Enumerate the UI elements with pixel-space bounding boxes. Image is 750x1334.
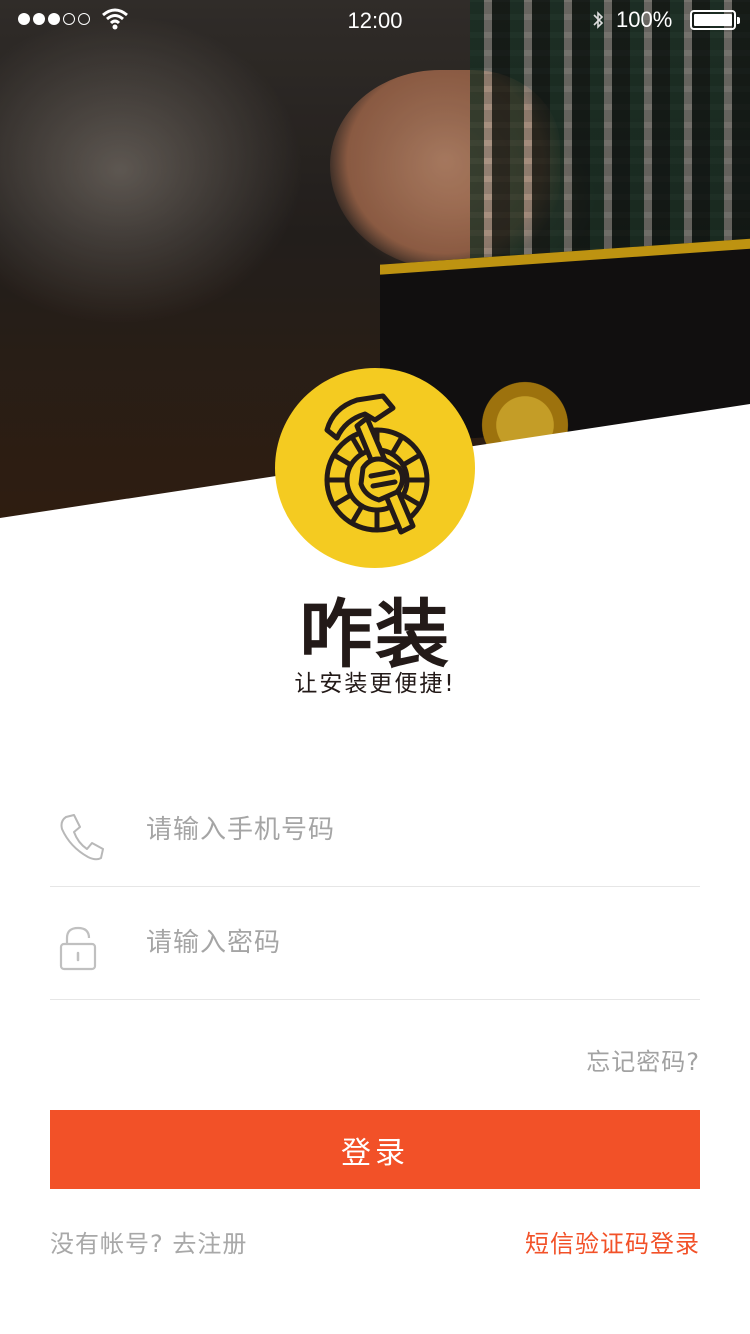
bluetooth-icon [593, 11, 604, 29]
register-link[interactable]: 没有帐号? 去注册 [50, 1224, 247, 1259]
sms-login-link[interactable]: 短信验证码登录 [525, 1224, 700, 1259]
battery-icon [690, 10, 740, 30]
app-slogan: 让安装更便捷! [294, 671, 456, 697]
lock-icon [59, 926, 97, 971]
hammer-fist-icon [324, 393, 430, 535]
password-input[interactable] [146, 918, 686, 968]
status-bar: 12:00 100% [0, 0, 750, 40]
app-logo [275, 368, 475, 568]
login-button[interactable]: 登录 [50, 1110, 700, 1189]
forgot-password-link[interactable]: 忘记密码? [586, 1042, 700, 1077]
phone-icon [60, 814, 104, 861]
phone-field-row [50, 775, 700, 887]
password-field-row [50, 888, 700, 1000]
phone-input[interactable] [146, 805, 686, 855]
battery-percentage: 100% [616, 7, 673, 32]
